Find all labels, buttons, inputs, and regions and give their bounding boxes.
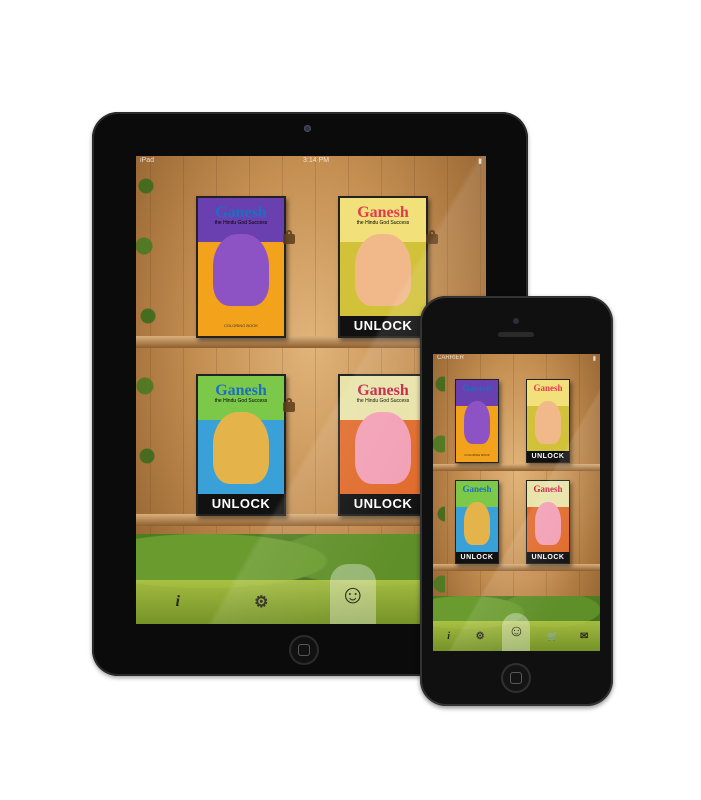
ganesh-figure: [355, 411, 411, 484]
settings-button[interactable]: ⚙: [471, 627, 489, 645]
book-subtitle: the Hindu God Success: [356, 398, 410, 405]
shelf-top: [433, 464, 600, 471]
iphone-home-button[interactable]: [501, 663, 531, 693]
iphone-toolbar: i ⚙ ☺ 🛒 ✉: [433, 613, 600, 651]
cart-icon: 🛒: [547, 630, 559, 641]
book-title: Ganesh: [215, 203, 267, 221]
kid-artist-button[interactable]: ☺: [329, 564, 376, 624]
info-button[interactable]: i: [440, 627, 458, 645]
ipad-status-bar: iPad 3:14 PM ▮: [136, 156, 486, 166]
book-cover-3[interactable]: Ganesh the Hindu God Success UNLOCK: [196, 374, 286, 516]
info-button[interactable]: i: [163, 587, 193, 617]
book-title: Ganesh: [462, 484, 492, 495]
ganesh-figure: [534, 401, 562, 444]
unlock-button[interactable]: UNLOCK: [198, 494, 284, 514]
mail-button[interactable]: ✉: [575, 627, 593, 645]
gear-icon: ⚙: [254, 594, 269, 611]
info-icon: i: [175, 593, 180, 610]
ipad-home-button[interactable]: [289, 635, 319, 665]
iphone-status-bar: CARRIER ▮: [433, 354, 600, 363]
unlock-button[interactable]: UNLOCK: [456, 552, 498, 563]
book-cover-3[interactable]: Ganesh UNLOCK: [455, 480, 499, 564]
book-subtitle: the Hindu God Success: [214, 220, 268, 227]
lock-icon: [283, 397, 295, 412]
book-cover-1[interactable]: Ganesh COLORING BOOK: [455, 379, 499, 463]
ipad-time: 3:14 PM: [303, 157, 330, 164]
book-cover-2[interactable]: Ganesh the Hindu God Success UNLOCK: [338, 196, 428, 338]
kid-artist-button[interactable]: ☺: [502, 613, 531, 651]
book-title: Ganesh: [357, 203, 409, 221]
kid-face-icon: ☺: [339, 578, 367, 609]
iphone-app: CARRIER ▮ Ganesh COLORING BOOK Ganesh UN…: [433, 354, 600, 651]
cart-button[interactable]: 🛒: [544, 627, 562, 645]
iphone-camera: [513, 318, 519, 324]
ganesh-figure: [463, 401, 491, 444]
unlock-button[interactable]: UNLOCK: [340, 316, 426, 336]
shelf-bottom: [433, 564, 600, 571]
lock-icon: [426, 229, 438, 244]
book-subtitle: the Hindu God Success: [214, 398, 268, 405]
info-icon: i: [447, 630, 451, 642]
book-footer: COLORING BOOK: [223, 322, 258, 328]
kid-face-icon: ☺: [508, 623, 525, 640]
lock-icon: [283, 229, 295, 244]
book-subtitle: the Hindu God Success: [356, 220, 410, 227]
book-footer: COLORING BOOK: [464, 453, 490, 458]
book-cover-2[interactable]: Ganesh UNLOCK: [526, 379, 570, 463]
battery-icon: ▮: [592, 356, 596, 362]
ganesh-figure: [355, 233, 411, 306]
book-title: Ganesh: [533, 484, 563, 495]
book-title: Ganesh: [533, 383, 563, 394]
unlock-button[interactable]: UNLOCK: [340, 494, 426, 514]
unlock-button[interactable]: UNLOCK: [527, 451, 569, 462]
book-cover-4[interactable]: Ganesh the Hindu God Success UNLOCK: [338, 374, 428, 516]
book-title: Ganesh: [462, 383, 492, 394]
settings-button[interactable]: ⚙: [246, 587, 276, 617]
iphone-speaker: [498, 332, 534, 337]
unlock-button[interactable]: UNLOCK: [527, 552, 569, 563]
ganesh-figure: [213, 411, 269, 484]
book-title: Ganesh: [215, 381, 267, 399]
book-cover-4[interactable]: Ganesh UNLOCK: [526, 480, 570, 564]
ganesh-figure: [213, 233, 269, 306]
iphone-screen: CARRIER ▮ Ganesh COLORING BOOK Ganesh UN…: [433, 354, 600, 651]
mail-icon: ✉: [580, 630, 589, 642]
battery-icon: ▮: [478, 158, 482, 165]
ganesh-figure: [463, 502, 491, 545]
ganesh-figure: [534, 502, 562, 545]
ipad-camera: [304, 125, 311, 132]
book-cover-1[interactable]: Ganesh the Hindu God Success COLORING BO…: [196, 196, 286, 338]
book-title: Ganesh: [357, 381, 409, 399]
iphone-device: CARRIER ▮ Ganesh COLORING BOOK Ganesh UN…: [420, 296, 613, 706]
gear-icon: ⚙: [475, 630, 485, 642]
